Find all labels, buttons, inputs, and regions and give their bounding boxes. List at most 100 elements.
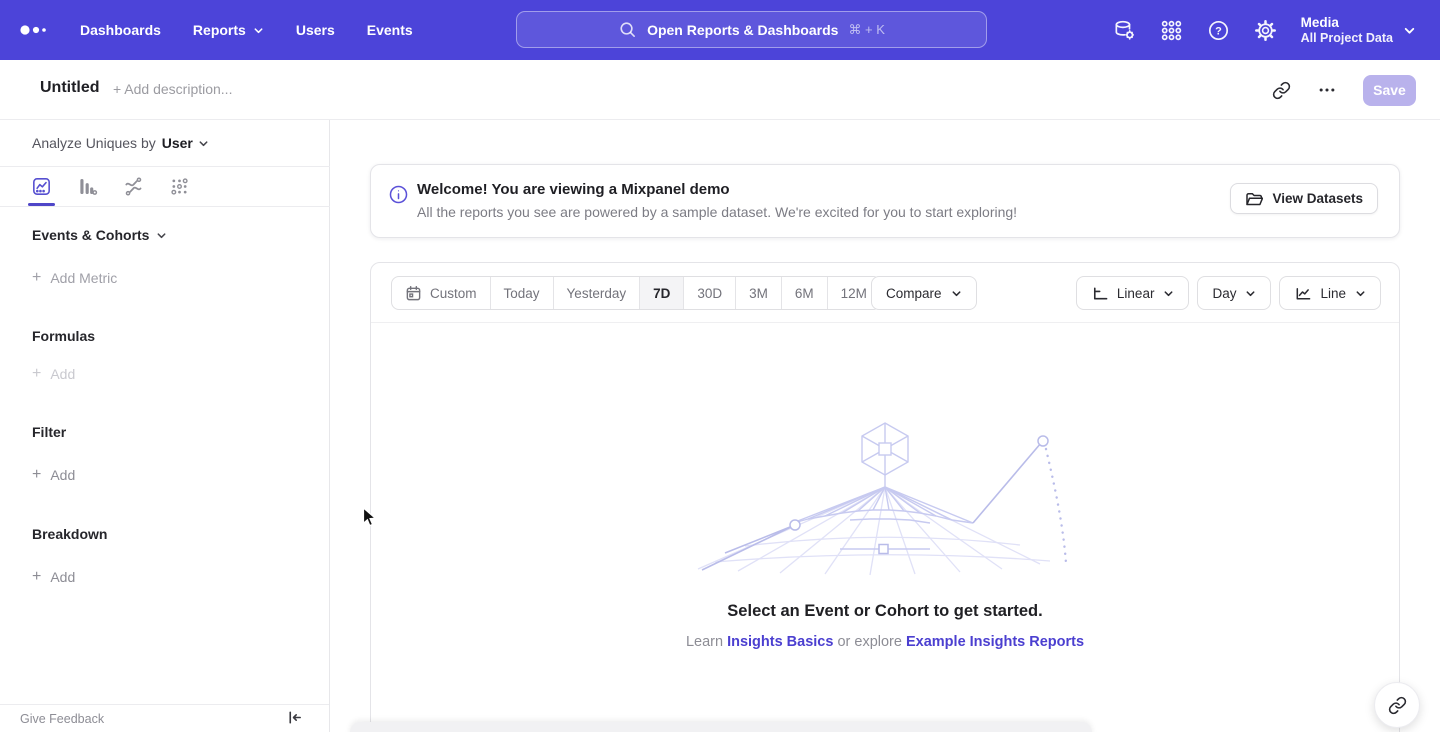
global-search[interactable]: Open Reports & Dashboards ⌘ + K [516,11,987,48]
svg-text:?: ? [1215,25,1222,37]
chevron-down-icon [951,288,962,299]
compare-dropdown[interactable]: Compare [871,276,977,310]
tab-insights[interactable] [24,167,59,206]
analyze-by-value: User [162,135,193,151]
mixpanel-insights-page: Dashboards Reports Users Events Open Rep… [0,0,1440,732]
more-options-icon[interactable] [1318,81,1336,99]
mixpanel-logo[interactable] [18,21,50,39]
view-datasets-label: View Datasets [1272,191,1363,206]
project-name: Media [1301,15,1393,31]
add-breakdown-label: Add [50,569,75,585]
project-switcher[interactable]: Media All Project Data [1301,15,1416,46]
calendar-icon [405,285,422,302]
share-link-fab[interactable] [1374,682,1420,728]
range-yesterday[interactable]: Yesterday [554,277,641,309]
apps-grid-icon[interactable] [1160,19,1183,42]
nav-dashboards[interactable]: Dashboards [80,22,161,38]
analyze-label: Analyze Uniques by [32,135,156,151]
nav-users[interactable]: Users [296,22,335,38]
link-icon [1388,696,1407,715]
tab-flows[interactable] [116,167,151,206]
chevron-down-icon [1245,288,1256,299]
save-button[interactable]: Save [1363,75,1416,106]
empty-state: Select an Event or Cohort to get started… [371,421,1399,650]
chart-card: Custom Today Yesterday 7D 30D 3M 6M 12M … [370,262,1400,732]
add-breakdown-button[interactable]: + Add [32,568,75,586]
chevron-down-icon [198,138,209,149]
give-feedback-link[interactable]: Give Feedback [20,712,104,726]
events-cohorts-heading[interactable]: Events & Cohorts [32,227,167,243]
add-filter-button[interactable]: + Add [32,466,75,484]
range-3m[interactable]: 3M [736,277,782,309]
linear-scale-icon [1091,285,1108,302]
empty-state-illustration [690,421,1080,576]
retention-icon [169,176,190,197]
folder-icon [1245,190,1263,208]
nav-events[interactable]: Events [367,22,413,38]
chart-display-controls: Linear Day Line [1076,276,1381,310]
compare-label: Compare [886,286,942,301]
banner-subtitle: All the reports you see are powered by a… [417,204,1017,220]
copy-link-icon[interactable] [1272,81,1291,100]
nav-reports-label: Reports [193,22,246,38]
date-range-control: Custom Today Yesterday 7D 30D 3M 6M 12M [391,276,881,310]
tab-funnels[interactable] [70,167,105,206]
help-icon[interactable]: ? [1207,19,1230,42]
middle-text: or explore [837,634,901,650]
add-metric-button[interactable]: + Add Metric [32,269,117,287]
range-7d[interactable]: 7D [640,277,684,309]
plus-icon: + [32,269,41,287]
navbar-right-cluster: ? Media All Project Data [1113,0,1416,60]
add-description-field[interactable]: + Add description... [113,81,232,97]
range-today[interactable]: Today [491,277,554,309]
scale-label: Linear [1117,286,1155,301]
plus-icon: + [32,568,41,586]
add-metric-label: Add Metric [50,270,117,286]
example-insights-reports-link[interactable]: Example Insights Reports [906,634,1084,650]
interval-label: Day [1212,286,1236,301]
project-subtitle: All Project Data [1301,31,1393,46]
info-icon [388,184,409,205]
report-canvas: Welcome! You are viewing a Mixpanel demo… [330,120,1440,732]
data-management-icon[interactable] [1113,19,1136,42]
view-datasets-button[interactable]: View Datasets [1230,183,1378,214]
chevron-down-icon [1163,288,1174,299]
top-navbar: Dashboards Reports Users Events Open Rep… [0,0,1440,60]
filter-heading: Filter [32,424,66,440]
range-custom-label: Custom [430,286,477,301]
bottom-sheet-peek[interactable] [350,722,1092,732]
sidebar-footer: Give Feedback [0,704,329,732]
chart-controls-row: Custom Today Yesterday 7D 30D 3M 6M 12M … [371,263,1399,323]
demo-welcome-banner: Welcome! You are viewing a Mixpanel demo… [370,164,1400,238]
plus-icon: + [32,466,41,484]
range-custom[interactable]: Custom [392,277,491,309]
tab-retention[interactable] [162,167,197,206]
chevron-down-icon [253,25,264,36]
search-icon [618,20,637,39]
sidebar-divider [0,206,330,207]
report-title[interactable]: Untitled [40,79,100,97]
scale-dropdown[interactable]: Linear [1076,276,1190,310]
events-cohorts-label: Events & Cohorts [32,227,149,243]
empty-state-title: Select an Event or Cohort to get started… [371,602,1399,621]
analyze-by-dropdown[interactable]: User [162,135,209,151]
mixpanel-dots-icon [18,21,50,39]
collapse-sidebar-icon[interactable] [286,709,303,726]
interval-dropdown[interactable]: Day [1197,276,1271,310]
nav-reports[interactable]: Reports [193,22,264,38]
add-formula-button[interactable]: + Add [32,365,75,383]
chart-type-dropdown[interactable]: Line [1279,276,1381,310]
range-6m[interactable]: 6M [782,277,828,309]
primary-nav: Dashboards Reports Users Events [80,0,413,60]
add-formula-label: Add [50,366,75,382]
formulas-heading: Formulas [32,328,95,344]
insights-basics-link[interactable]: Insights Basics [727,634,833,650]
report-header: Untitled + Add description... Save [0,60,1440,120]
banner-title: Welcome! You are viewing a Mixpanel demo [417,181,730,198]
plus-icon: + [32,365,41,383]
range-30d[interactable]: 30D [684,277,736,309]
report-header-actions: Save [1272,60,1416,120]
gear-icon[interactable] [1254,19,1277,42]
line-chart-icon [1294,285,1311,302]
chevron-down-icon [1355,288,1366,299]
